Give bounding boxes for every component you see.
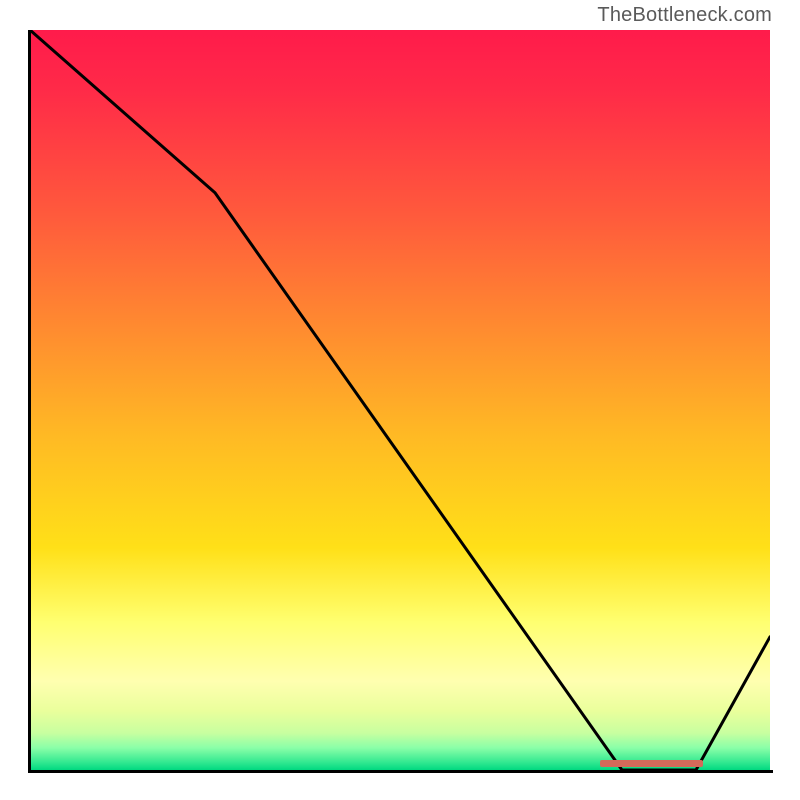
gradient-background [30, 30, 770, 770]
watermark-text: TheBottleneck.com [597, 4, 772, 27]
x-axis [28, 770, 773, 773]
y-axis [28, 30, 31, 773]
optimal-zone-marker [600, 760, 704, 767]
plot-area [30, 30, 770, 770]
chart-container: TheBottleneck.com [0, 0, 800, 800]
